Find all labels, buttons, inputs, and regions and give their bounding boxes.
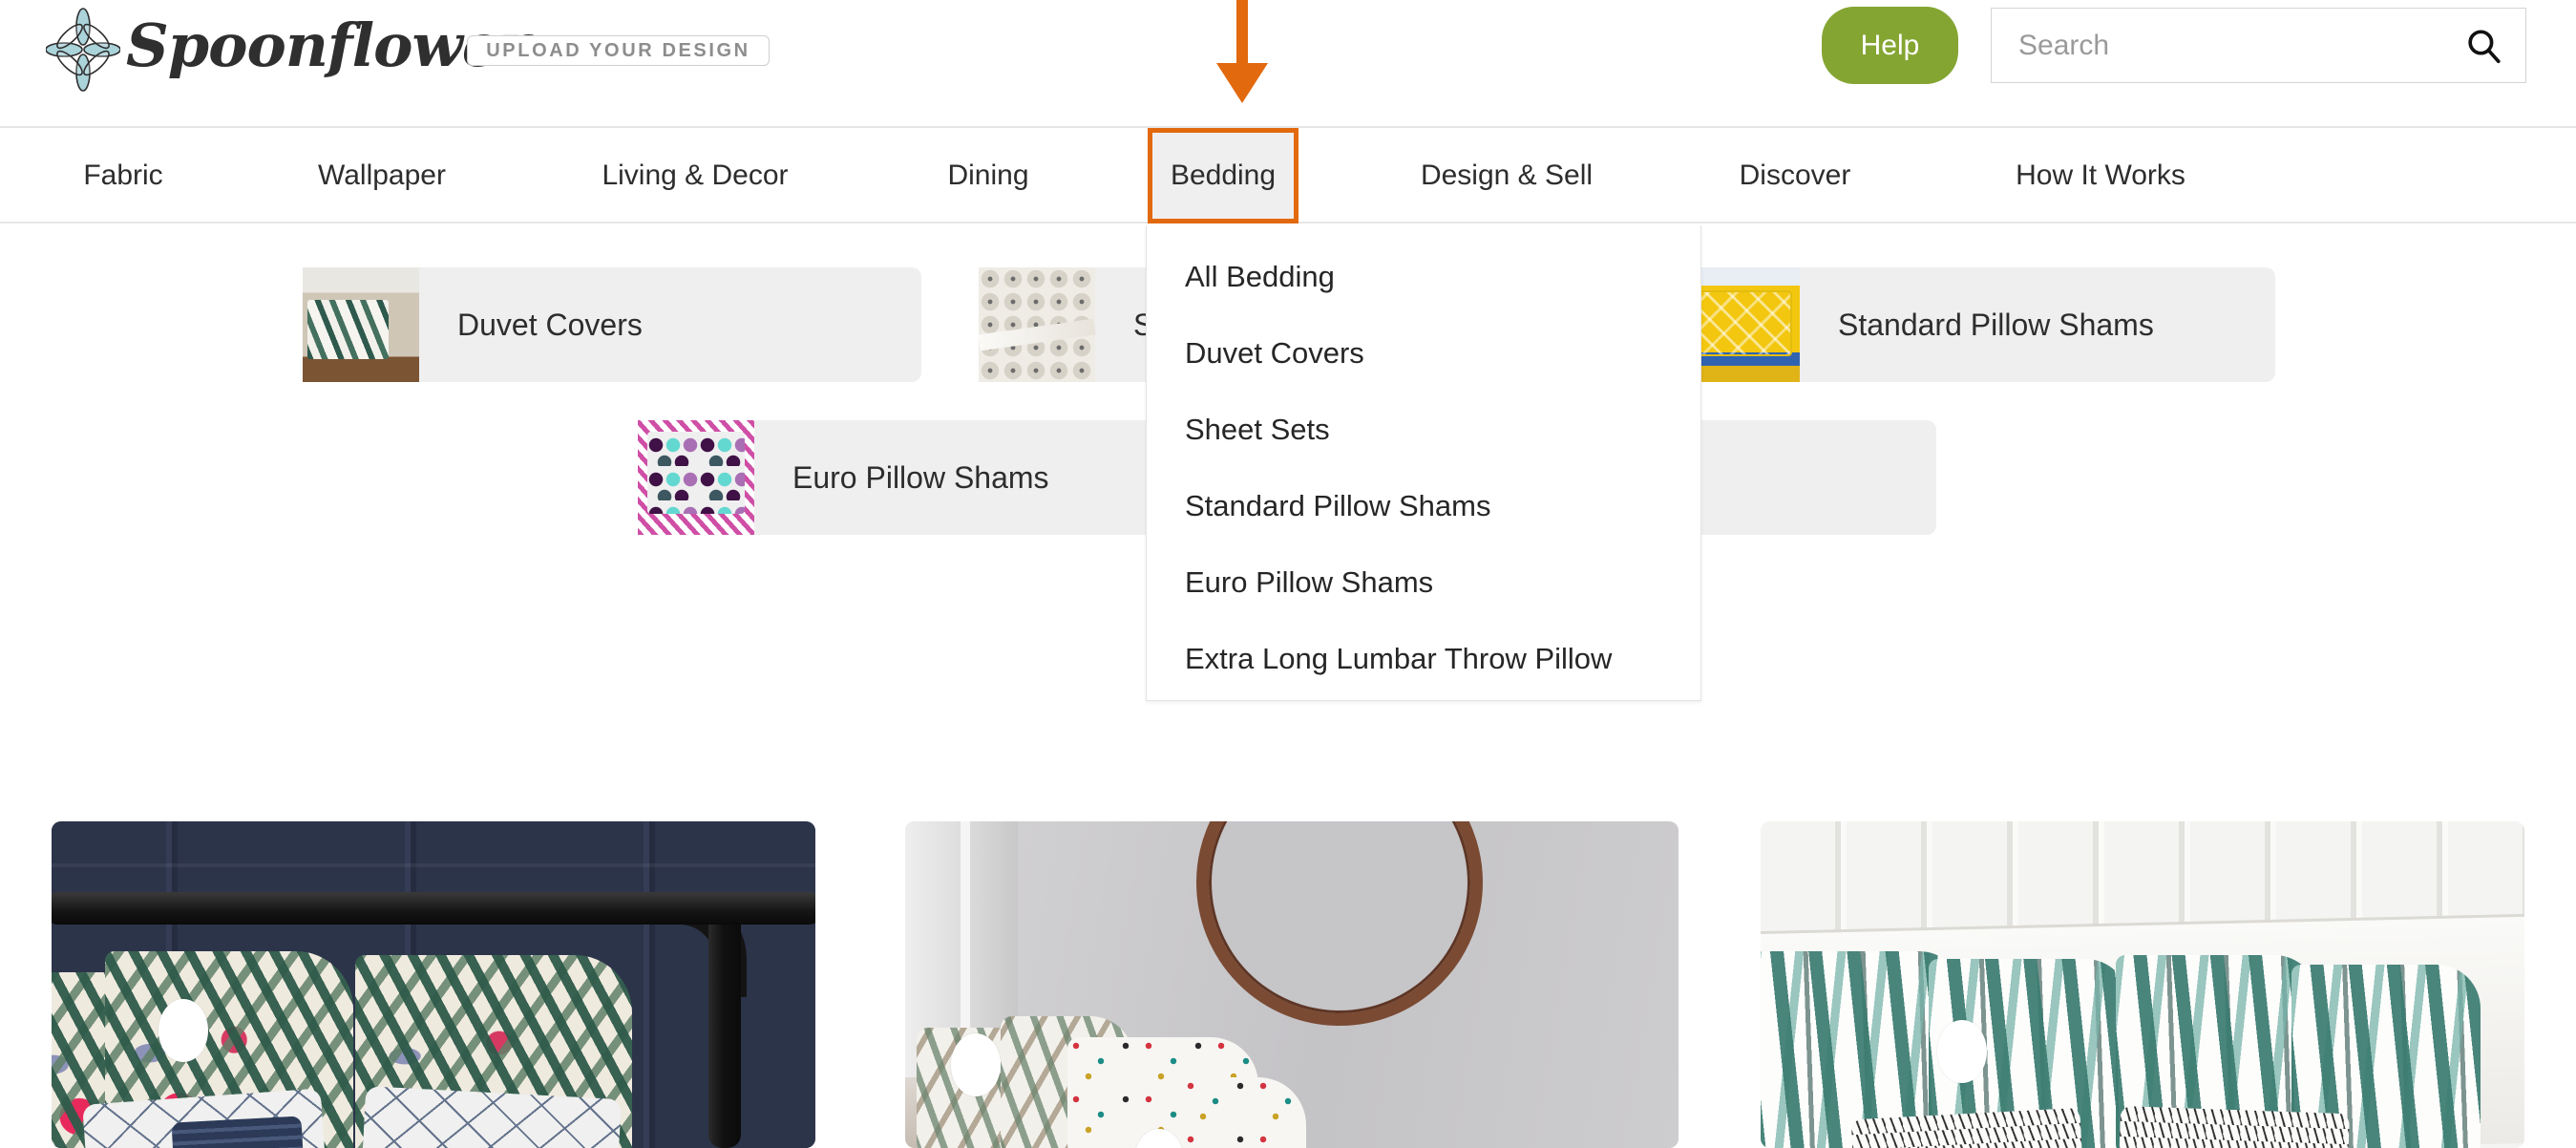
grey-room-round-mirror-photo[interactable] [905, 821, 1679, 1148]
spoonflower-daisy-logo-icon [46, 8, 120, 92]
bedding-dropdown-menu: All Bedding Duvet Covers Sheet Sets Stan… [1146, 225, 1701, 701]
site-header: Spoonflower UPLOAD YOUR DESIGN Help [0, 0, 2576, 128]
nav-item-fabric[interactable]: Fabric [52, 128, 195, 223]
navy-bedroom-protea-pillows-photo[interactable] [52, 821, 815, 1148]
dropdown-item-label: Standard Pillow Shams [1185, 489, 1491, 522]
nav-item-discover[interactable]: Discover [1709, 128, 1881, 223]
search-box[interactable] [1991, 8, 2526, 83]
category-tile-standard-pillow-shams[interactable]: Standard Pillow Shams [1683, 267, 2275, 382]
dropdown-item-extra-long-lumbar-throw-pillow[interactable]: Extra Long Lumbar Throw Pillow [1147, 621, 1700, 697]
nav-label: How It Works [2016, 159, 2185, 191]
nav-item-how-it-works[interactable]: How It Works [1986, 128, 2215, 223]
nav-item-design-sell[interactable]: Design & Sell [1392, 128, 1621, 223]
white-headboard-banana-leaf-photo[interactable] [1761, 821, 2524, 1148]
nav-item-bedding[interactable]: Bedding [1148, 128, 1299, 223]
dropdown-item-label: Extra Long Lumbar Throw Pillow [1185, 642, 1613, 675]
help-label: Help [1860, 29, 1920, 61]
dropdown-item-all-bedding[interactable]: All Bedding [1147, 239, 1700, 315]
help-button[interactable]: Help [1822, 7, 1958, 84]
photo-hotspot-badge[interactable] [1937, 1020, 1987, 1083]
sheet-sets-thumb-icon [979, 267, 1095, 382]
nav-label: Bedding [1170, 159, 1277, 191]
nav-label: Discover [1739, 159, 1851, 191]
nav-label: Wallpaper [318, 159, 446, 191]
dropdown-item-sheet-sets[interactable]: Sheet Sets [1147, 392, 1700, 468]
main-navigation: Fabric Wallpaper Living & Decor Dining B… [0, 128, 2576, 223]
photo-hotspot-badge[interactable] [158, 999, 208, 1062]
dropdown-item-duvet-covers[interactable]: Duvet Covers [1147, 315, 1700, 392]
nav-item-living-decor[interactable]: Living & Decor [581, 128, 810, 223]
category-tile-label: Duvet Covers [457, 307, 643, 342]
dropdown-item-label: Duvet Covers [1185, 336, 1364, 370]
dropdown-item-label: Sheet Sets [1185, 413, 1330, 446]
dropdown-item-label: Euro Pillow Shams [1185, 565, 1434, 599]
nav-label: Dining [947, 159, 1029, 191]
dropdown-item-standard-pillow-shams[interactable]: Standard Pillow Shams [1147, 468, 1700, 544]
category-tile-label: Standard Pillow Shams [1838, 307, 2154, 342]
category-tile-duvet-covers[interactable]: Duvet Covers [303, 267, 921, 382]
upload-your-design-button[interactable]: UPLOAD YOUR DESIGN [467, 35, 770, 66]
nav-item-dining[interactable]: Dining [917, 128, 1060, 223]
nav-item-wallpaper[interactable]: Wallpaper [286, 128, 477, 223]
dropdown-item-euro-pillow-shams[interactable]: Euro Pillow Shams [1147, 544, 1700, 621]
spoonflower-page: Spoonflower UPLOAD YOUR DESIGN Help Fabr… [0, 0, 2576, 1148]
upload-your-design-label: UPLOAD YOUR DESIGN [486, 39, 750, 61]
nav-label: Design & Sell [1420, 159, 1594, 191]
duvet-covers-thumb-icon [303, 267, 419, 382]
category-tile-label: Euro Pillow Shams [792, 459, 1049, 495]
nav-label: Living & Decor [602, 159, 789, 191]
euro-pillow-shams-thumb-icon [638, 420, 754, 535]
search-icon[interactable] [2455, 26, 2512, 66]
photo-hotspot-badge[interactable] [951, 1033, 1001, 1096]
spoonflower-logo[interactable]: Spoonflower [46, 8, 530, 92]
dropdown-item-label: All Bedding [1185, 260, 1335, 293]
inspiration-photo-row [0, 821, 2576, 1148]
search-input[interactable] [1992, 29, 2455, 62]
nav-label: Fabric [83, 159, 163, 191]
